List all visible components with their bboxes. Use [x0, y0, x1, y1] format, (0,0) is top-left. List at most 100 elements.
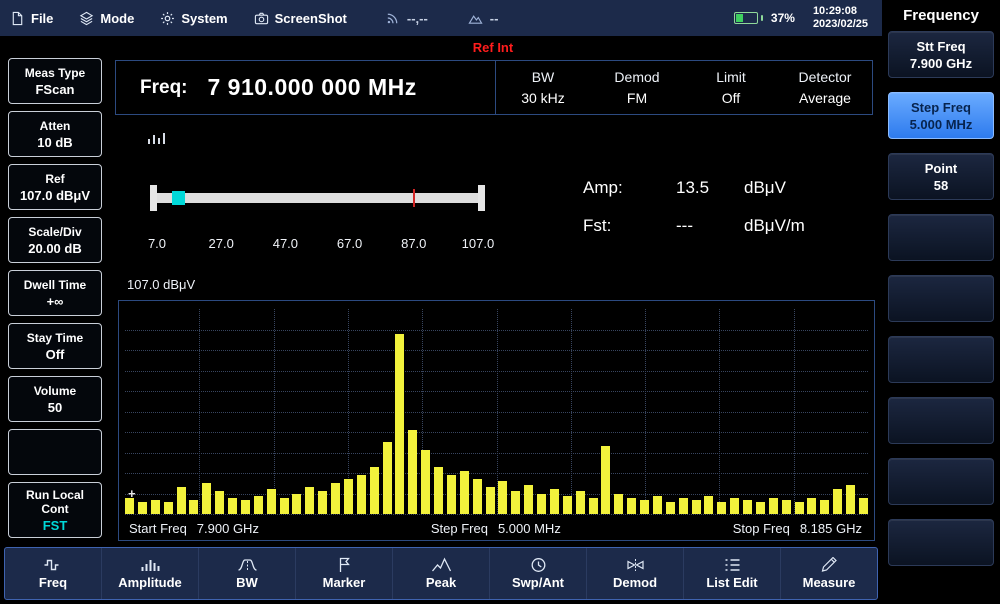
meter-cap-right: [478, 185, 485, 211]
trace-bar: [563, 496, 572, 514]
menu-item-screenshot[interactable]: ScreenShot: [254, 11, 347, 26]
right-panel-title: Frequency: [886, 4, 996, 31]
trace-bar: [138, 502, 147, 514]
readout-label: Amp:: [583, 178, 676, 198]
spectrum-chart: + Start Freq7.900 GHzStep Freq5.000 MHzS…: [118, 300, 875, 541]
softkey-label: Meas Type: [25, 66, 85, 80]
tool-marker[interactable]: Marker: [296, 548, 393, 599]
footer-value: 8.185 GHz: [800, 521, 862, 536]
trace-bar: [241, 500, 250, 514]
softkey-blank-l8[interactable]: [8, 429, 102, 475]
param-value: 30 kHz: [521, 90, 565, 106]
status-altitude: --: [468, 11, 499, 26]
tool-label: Measure: [803, 575, 856, 590]
sweep-clock-icon: [528, 557, 549, 573]
tool-list-edit[interactable]: List Edit: [684, 548, 781, 599]
softkey-meas-type[interactable]: Meas TypeFScan: [8, 58, 102, 104]
softkey-label: Point: [925, 161, 958, 176]
tool-label: Amplitude: [118, 575, 182, 590]
param-detector: DetectorAverage: [778, 61, 872, 114]
gps-icon: [385, 11, 400, 26]
softkey-label: Atten: [40, 119, 71, 133]
tool-label: BW: [236, 575, 258, 590]
status-value: --,--: [407, 11, 428, 26]
softkey-blank-r6: [888, 336, 994, 383]
tool-swp-ant[interactable]: Swp/Ant: [490, 548, 587, 599]
softkey-atten[interactable]: Atten10 dB: [8, 111, 102, 157]
param-demod: DemodFM: [590, 61, 684, 114]
trace-bar: [357, 475, 366, 514]
tool-demod[interactable]: Demod: [587, 548, 684, 599]
param-label: Limit: [716, 69, 746, 85]
trace-bar: [846, 485, 855, 514]
softkey-dwell-time[interactable]: Dwell Time+∞: [8, 270, 102, 316]
softkey-label: Ref: [45, 172, 64, 186]
softkey-value: 58: [934, 178, 948, 193]
softkey-value: 5.000 MHz: [910, 117, 973, 132]
clock-date: 2023/02/25: [813, 18, 868, 31]
tool-freq[interactable]: Freq: [5, 548, 102, 599]
trace-bar: [653, 496, 662, 514]
menu-item-mode[interactable]: Mode: [79, 11, 134, 26]
trace-bars: [125, 309, 868, 514]
footer-value: 5.000 MHz: [498, 521, 561, 536]
trace-bar: [833, 489, 842, 514]
tool-measure[interactable]: Measure: [781, 548, 877, 599]
menu-item-file[interactable]: File: [10, 11, 53, 26]
battery-icon: [734, 12, 758, 24]
bottom-toolbar: Freq Amplitude BW MarkerPeakSwp/AntDemodLis…: [4, 547, 878, 600]
readout-unit: dBμV: [744, 178, 805, 198]
softkey-blank-r7: [888, 397, 994, 444]
trace-bar: [434, 467, 443, 514]
trace-bar: [550, 489, 559, 514]
softkey-blank-r8: [888, 458, 994, 505]
param-value: FM: [627, 90, 647, 106]
meter-scale-label: 87.0: [394, 236, 434, 251]
trace-bar: [447, 475, 456, 514]
left-softkeys: Meas TypeFScan Atten10 dB Ref107.0 dBμV Sca…: [0, 58, 110, 538]
tool-peak[interactable]: Peak: [393, 548, 490, 599]
battery-nub: [761, 15, 763, 21]
softkey-step-freq[interactable]: Step Freq 5.000 MHz: [888, 92, 994, 139]
softkey-scale-div[interactable]: Scale/Div20.00 dB: [8, 217, 102, 263]
trace-bar: [589, 498, 598, 514]
tool-bw[interactable]: BW: [199, 548, 296, 599]
softkey-stt-freq[interactable]: Stt Freq7.900 GHz: [888, 31, 994, 78]
trace-bar: [743, 500, 752, 514]
param-label: BW: [532, 69, 555, 85]
softkey-value: FST: [43, 518, 68, 533]
system-icon: [160, 11, 175, 26]
softkey-ref[interactable]: Ref107.0 dBμV: [8, 164, 102, 210]
trace-bar: [807, 498, 816, 514]
trace-bar: [318, 491, 327, 514]
param-label: Detector: [799, 69, 852, 85]
tool-amplitude[interactable]: Amplitude: [102, 548, 199, 599]
trace-bar: [305, 487, 314, 514]
param-value: Off: [722, 90, 740, 106]
softkey-label: Volume: [34, 384, 76, 398]
menu-item-system[interactable]: System: [160, 11, 227, 26]
file-icon: [10, 11, 25, 26]
param-limit: Limit Off: [684, 61, 778, 114]
softkey-label: Step Freq: [911, 100, 971, 115]
trace-bar: [717, 502, 726, 514]
softkey-value: 20.00 dB: [28, 241, 81, 256]
tool-label: Freq: [39, 575, 67, 590]
menu-item-label: Mode: [100, 11, 134, 26]
softkey-stay-time[interactable]: Stay TimeOff: [8, 323, 102, 369]
meter-scale: 7.027.047.067.087.0107.0: [137, 236, 498, 251]
chart-footer: Start Freq7.900 GHzStep Freq5.000 MHzSto…: [129, 521, 862, 536]
freq-value: 7 910.000 000 MHz: [208, 74, 417, 101]
trace-bar: [627, 498, 636, 514]
trace-bar: [498, 481, 507, 514]
readout-value: ---: [676, 216, 744, 236]
measure-icon: [819, 557, 840, 573]
softkey-point[interactable]: Point 58: [888, 153, 994, 200]
softkey-volume[interactable]: Volume50: [8, 376, 102, 422]
softkey-blank-r4: [888, 214, 994, 261]
trace-bar: [460, 471, 469, 514]
meter-ticks-icon: [148, 132, 165, 144]
freq-header: Freq: 7 910.000 000 MHz BW30 kHzDemodFML…: [115, 60, 873, 115]
freq-waveform-icon: [43, 557, 64, 573]
softkey-run-local-cont[interactable]: Run Local ContFST: [8, 482, 102, 538]
